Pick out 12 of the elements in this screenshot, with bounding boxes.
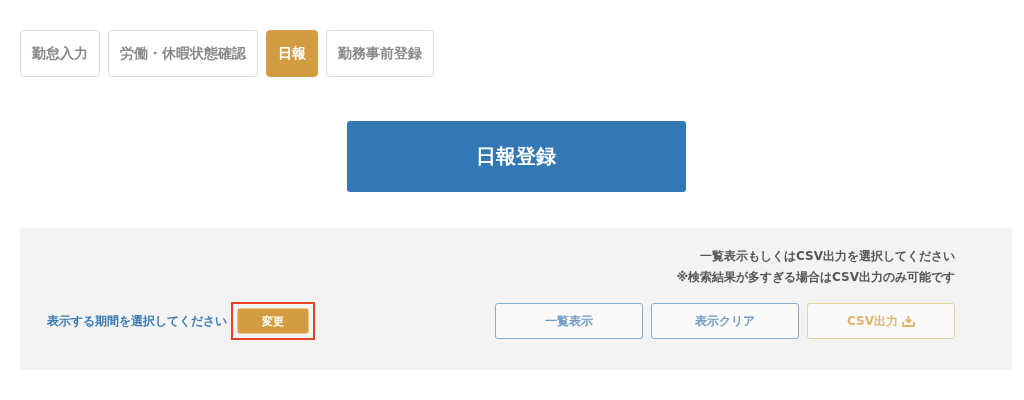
- change-button[interactable]: 変更: [237, 308, 309, 334]
- action-button[interactable]: 表示クリア: [651, 303, 799, 339]
- tab[interactable]: 労働・休暇状態確認: [108, 30, 258, 77]
- instruction-text: 一覧表示もしくはCSV出力を選択してください: [700, 248, 955, 265]
- action-button[interactable]: 一覧表示: [495, 303, 643, 339]
- download-icon: [902, 315, 915, 327]
- tab[interactable]: 日報: [266, 30, 318, 77]
- instruction-text: ※検索結果が多すぎる場合はCSV出力のみ可能です: [676, 269, 955, 286]
- daily-report-register-button[interactable]: 日報登録: [346, 121, 686, 192]
- tab[interactable]: 勤怠入力: [20, 30, 100, 77]
- tab[interactable]: 勤務事前登録: [326, 30, 434, 77]
- period-prompt: 表示する期間を選択してください: [47, 312, 227, 330]
